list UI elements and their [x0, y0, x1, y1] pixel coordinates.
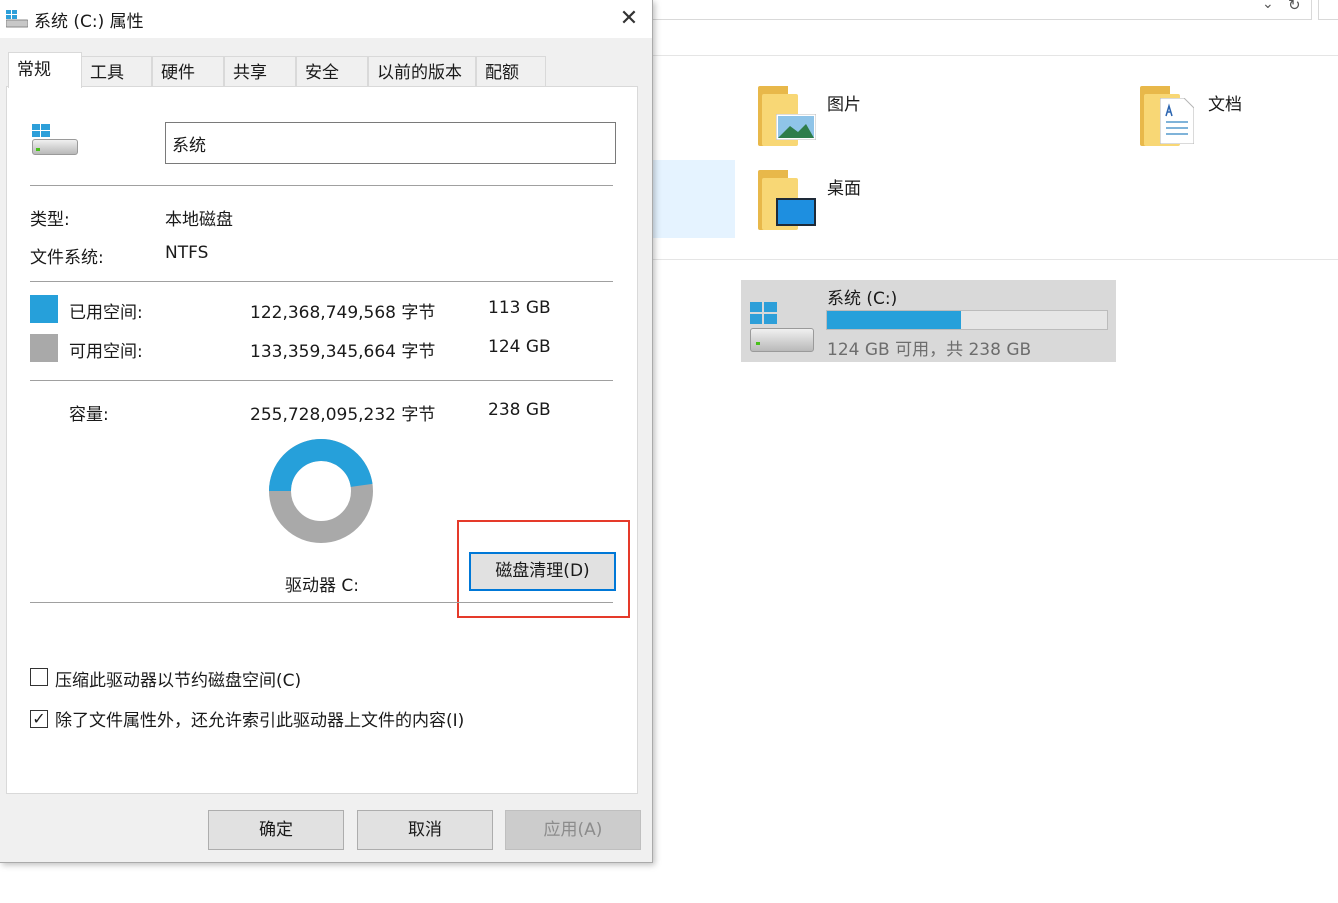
hard-drive-icon	[32, 124, 80, 156]
drive-usage-bar	[826, 310, 1108, 330]
folder-documents[interactable]	[1140, 84, 1204, 148]
usage-donut-chart	[269, 439, 373, 543]
tab-general[interactable]: 常规	[8, 52, 82, 88]
free-space-swatch	[30, 334, 58, 362]
capacity-bytes: 255,728,095,232 字节	[250, 405, 436, 425]
search-input[interactable]	[1318, 0, 1338, 20]
tab-quota[interactable]: 配额	[476, 56, 546, 86]
close-button[interactable]: ✕	[606, 0, 652, 38]
index-checkbox-label[interactable]: 除了文件属性外，还允许索引此驱动器上文件的内容(I)	[55, 706, 464, 731]
divider	[30, 281, 613, 282]
highlight-frame	[457, 520, 630, 618]
folder-label: 图片	[827, 95, 861, 115]
tab-security[interactable]: 安全	[296, 56, 368, 86]
title-bar[interactable]: 系统 (C:) 属性 ✕	[0, 0, 652, 38]
address-bar[interactable]	[652, 0, 1312, 20]
dialog-title: 系统 (C:) 属性	[34, 12, 144, 32]
divider	[30, 380, 613, 381]
drive-c-tile[interactable]: 系统 (C:) 124 GB 可用，共 238 GB	[741, 280, 1116, 362]
refresh-icon[interactable]: ↻	[1288, 0, 1306, 14]
apply-button[interactable]: 应用(A)	[505, 810, 641, 850]
folder-desktop[interactable]	[758, 168, 822, 232]
selection-highlight	[652, 160, 735, 238]
compress-checkbox-label[interactable]: 压缩此驱动器以节约磁盘空间(C)	[55, 666, 301, 691]
compress-checkbox[interactable]	[30, 668, 48, 686]
folder-label: 文档	[1208, 95, 1242, 115]
chevron-down-icon[interactable]: ⌄	[1262, 0, 1278, 12]
divider	[652, 55, 1338, 56]
divider	[652, 259, 1338, 260]
tab-sharing[interactable]: 共享	[224, 56, 296, 86]
filesystem-value: NTFS	[165, 243, 209, 263]
picture-icon	[776, 114, 816, 140]
drive-icon	[5, 10, 29, 28]
free-space-label: 可用空间:	[69, 342, 143, 362]
capacity-size: 238 GB	[488, 400, 551, 420]
used-space-label: 已用空间:	[69, 303, 143, 323]
drive-caption: 驱动器 C:	[285, 576, 360, 596]
drive-name: 系统 (C:)	[827, 289, 898, 309]
used-space-swatch	[30, 295, 58, 323]
divider	[30, 602, 613, 603]
folder-label: 桌面	[827, 179, 861, 199]
filesystem-label: 文件系统:	[30, 248, 104, 268]
used-space-size: 113 GB	[488, 298, 551, 318]
folder-pictures[interactable]	[758, 84, 822, 148]
drive-properties-dialog: 系统 (C:) 属性 ✕ 常规 工具 硬件 共享 安全 以前的版本 配额 类型:…	[0, 0, 653, 863]
type-value: 本地磁盘	[165, 210, 233, 230]
drive-name-input[interactable]	[165, 122, 616, 164]
cancel-button[interactable]: 取消	[357, 810, 493, 850]
drive-free-info: 124 GB 可用，共 238 GB	[827, 340, 1032, 360]
desktop-icon	[776, 198, 816, 226]
capacity-label: 容量:	[69, 405, 109, 425]
free-space-size: 124 GB	[488, 337, 551, 357]
used-space-bytes: 122,368,749,568 字节	[250, 303, 436, 323]
tab-previous-versions[interactable]: 以前的版本	[368, 56, 476, 86]
divider	[30, 185, 613, 186]
hard-drive-icon	[750, 302, 816, 354]
tab-hardware[interactable]: 硬件	[152, 56, 224, 86]
index-checkbox[interactable]: ✓	[30, 710, 48, 728]
ok-button[interactable]: 确定	[208, 810, 344, 850]
drive-usage-fill	[827, 311, 962, 329]
free-space-bytes: 133,359,345,664 字节	[250, 342, 436, 362]
type-label: 类型:	[30, 210, 70, 230]
tab-tools[interactable]: 工具	[81, 56, 152, 86]
tab-strip: 常规 工具 硬件 共享 安全 以前的版本 配额	[0, 52, 652, 88]
used-space-arc	[269, 439, 373, 492]
document-icon	[1160, 98, 1194, 144]
